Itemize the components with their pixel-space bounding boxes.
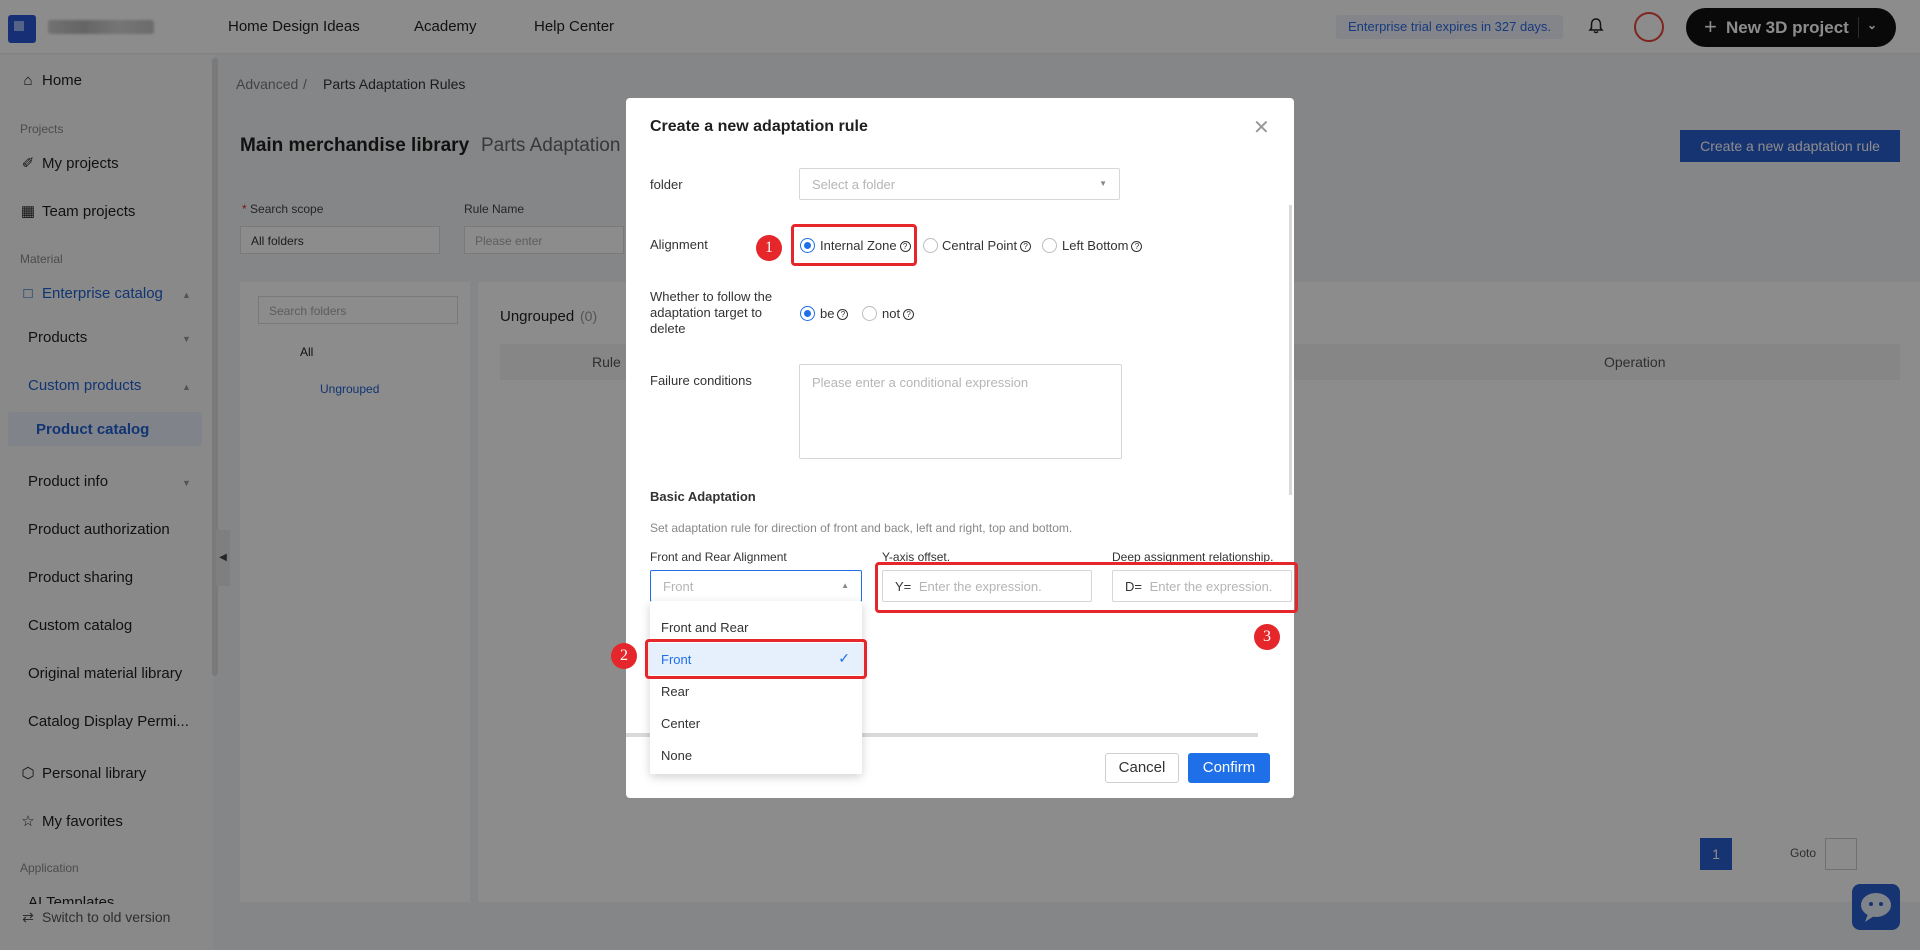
radio-left-bottom[interactable] — [1042, 238, 1057, 253]
radio-be-label[interactable]: be? — [820, 306, 849, 321]
help-icon[interactable]: ? — [837, 309, 849, 320]
close-icon[interactable]: ✕ — [1253, 115, 1270, 140]
radio-central-point-label[interactable]: Central Point? — [942, 238, 1032, 253]
step-badge-2: 2 — [611, 643, 637, 669]
step-badge-1: 1 — [756, 235, 782, 261]
cancel-button[interactable]: Cancel — [1105, 753, 1179, 783]
folder-select[interactable]: Select a folder ▼ — [799, 168, 1120, 200]
dropdown-option-center[interactable]: Center — [650, 707, 862, 739]
option-text: Left Bottom — [1062, 238, 1129, 253]
option-text: be — [820, 306, 835, 321]
dropdown-option-rear[interactable]: Rear — [650, 675, 862, 707]
help-icon[interactable]: ? — [903, 309, 915, 320]
help-icon[interactable]: ? — [1020, 241, 1032, 252]
radio-internal-zone-label[interactable]: Internal Zone? — [820, 238, 911, 253]
radio-not[interactable] — [862, 306, 877, 321]
help-icon[interactable]: ? — [1131, 241, 1143, 252]
failure-conditions-label: Failure conditions — [650, 373, 752, 388]
alignment-label: Alignment — [650, 237, 708, 252]
folder-select-placeholder: Select a folder — [812, 177, 896, 192]
highlight-box-2 — [645, 639, 867, 679]
radio-internal-zone[interactable] — [800, 238, 815, 253]
help-icon[interactable]: ? — [899, 241, 911, 252]
dialog-scrollbar[interactable] — [1289, 205, 1292, 495]
dropdown-option-none[interactable]: None — [650, 739, 862, 771]
depth-placeholder: Enter the expression. — [1149, 579, 1273, 594]
y-offset-input[interactable]: Y= Enter the expression. — [882, 570, 1092, 602]
option-text: not — [882, 306, 901, 321]
radio-left-bottom-label[interactable]: Left Bottom? — [1062, 238, 1143, 253]
step-badge-3: 3 — [1254, 624, 1280, 650]
radio-be[interactable] — [800, 306, 815, 321]
radio-central-point[interactable] — [923, 238, 938, 253]
front-rear-select[interactable]: Front ▲ — [650, 570, 862, 602]
option-text: Central Point — [942, 238, 1018, 253]
chevron-up-icon: ▲ — [841, 581, 849, 590]
dialog-title: Create a new adaptation rule — [650, 118, 868, 135]
chevron-down-icon: ▼ — [1099, 179, 1107, 188]
basic-adaptation-description: Set adaptation rule for direction of fro… — [650, 521, 1073, 535]
y-offset-placeholder: Enter the expression. — [918, 579, 1042, 594]
d-prefix: D= — [1125, 579, 1142, 594]
confirm-button[interactable]: Confirm — [1188, 753, 1270, 783]
radio-not-label[interactable]: not? — [882, 306, 915, 321]
front-rear-label: Front and Rear Alignment — [650, 550, 787, 564]
basic-adaptation-title: Basic Adaptation — [650, 489, 756, 504]
option-text: Internal Zone — [820, 238, 897, 253]
front-rear-select-value: Front — [663, 579, 694, 594]
follow-delete-label: Whether to follow the adaptation target … — [650, 289, 773, 336]
y-prefix: Y= — [895, 579, 912, 594]
depth-assignment-input[interactable]: D= Enter the expression. — [1112, 570, 1292, 602]
failure-conditions-textarea[interactable]: Please enter a conditional expression — [799, 364, 1122, 459]
folder-label: folder — [650, 177, 683, 192]
